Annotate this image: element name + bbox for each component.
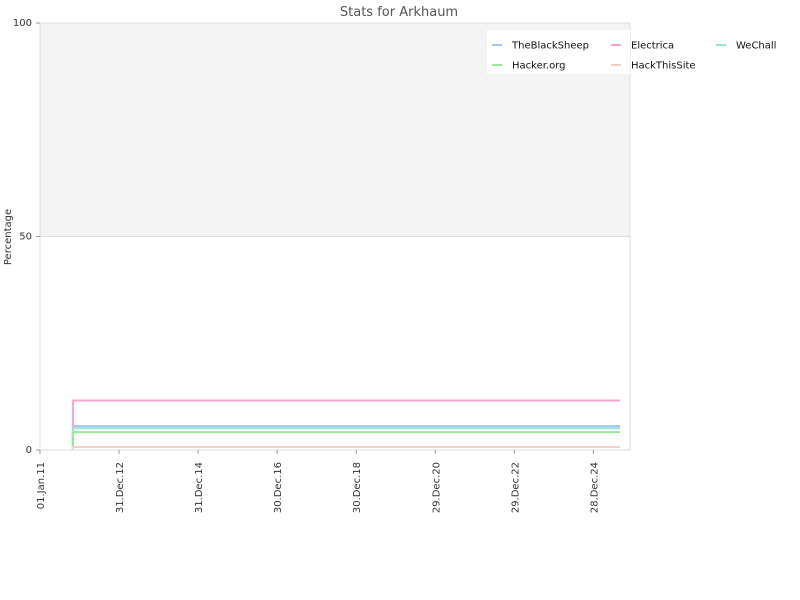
x-tick-label: 31.Dec.12 [115,462,126,513]
y-axis-label: Percentage [3,209,14,265]
y-tick-label: 0 [26,445,32,456]
y-tick-label: 50 [19,232,32,243]
stats-chart: 0 50 100 01.Jan.11 31.Dec.12 31.Dec.14 30.Dec… [3,5,776,513]
x-tick-label: 01.Jan.11 [36,462,47,509]
legend-label: TheBlackSheep [511,41,589,52]
legend-label: WeChall [736,41,776,52]
x-tick-label: 31.Dec.14 [194,462,205,513]
x-tick-label: 30.Dec.16 [273,462,284,513]
y-tick-label: 100 [13,18,32,29]
legend-label: Hacker.org [512,61,566,72]
legend: TheBlackSheep Electrica WeChall Hacker.org H… [487,30,776,74]
legend-label: HackThisSite [631,61,696,72]
x-tick-label: 28.Dec.24 [589,462,600,513]
x-axis: 01.Jan.11 31.Dec.12 31.Dec.14 30.Dec.16 30.D… [36,450,600,513]
series-lines [71,399,621,450]
y-axis: 0 50 100 [13,18,40,456]
legend-label: Electrica [631,41,674,52]
x-tick-label: 29.Dec.20 [431,462,442,513]
chart-title: Stats for Arkhaum [340,5,458,20]
x-tick-label: 29.Dec.22 [510,462,521,513]
x-tick-label: 30.Dec.18 [352,462,363,513]
